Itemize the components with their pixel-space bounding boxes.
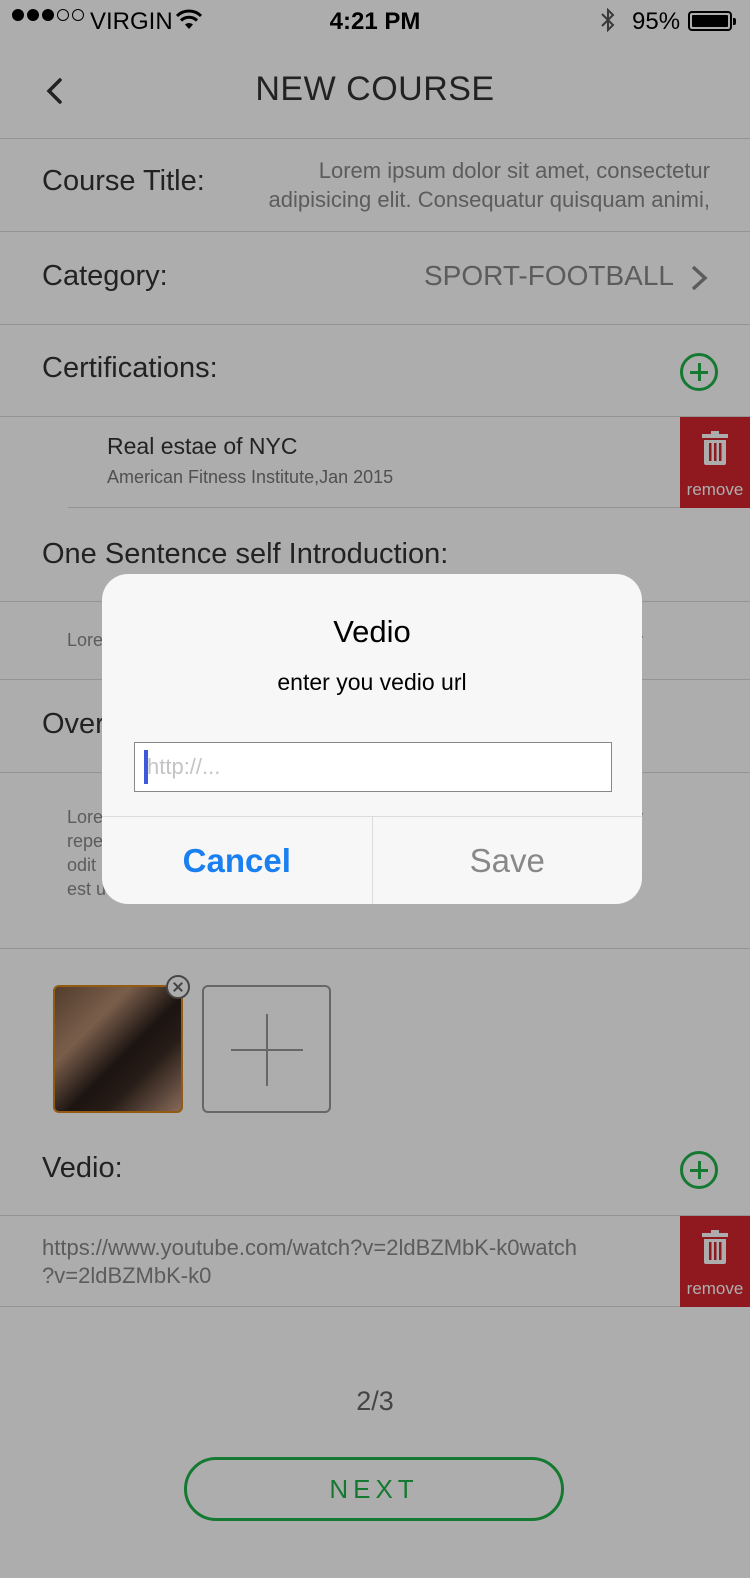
vedio-url-input[interactable] xyxy=(134,742,612,792)
cancel-button[interactable]: Cancel xyxy=(102,817,373,904)
save-button[interactable]: Save xyxy=(373,817,643,904)
dialog-title: Vedio xyxy=(333,614,411,649)
vedio-url-dialog: Vedio enter you vedio url Cancel Save xyxy=(102,574,642,904)
dialog-message: enter you vedio url xyxy=(277,669,467,695)
text-cursor xyxy=(144,750,148,784)
dialog-actions: Cancel Save xyxy=(102,816,642,904)
